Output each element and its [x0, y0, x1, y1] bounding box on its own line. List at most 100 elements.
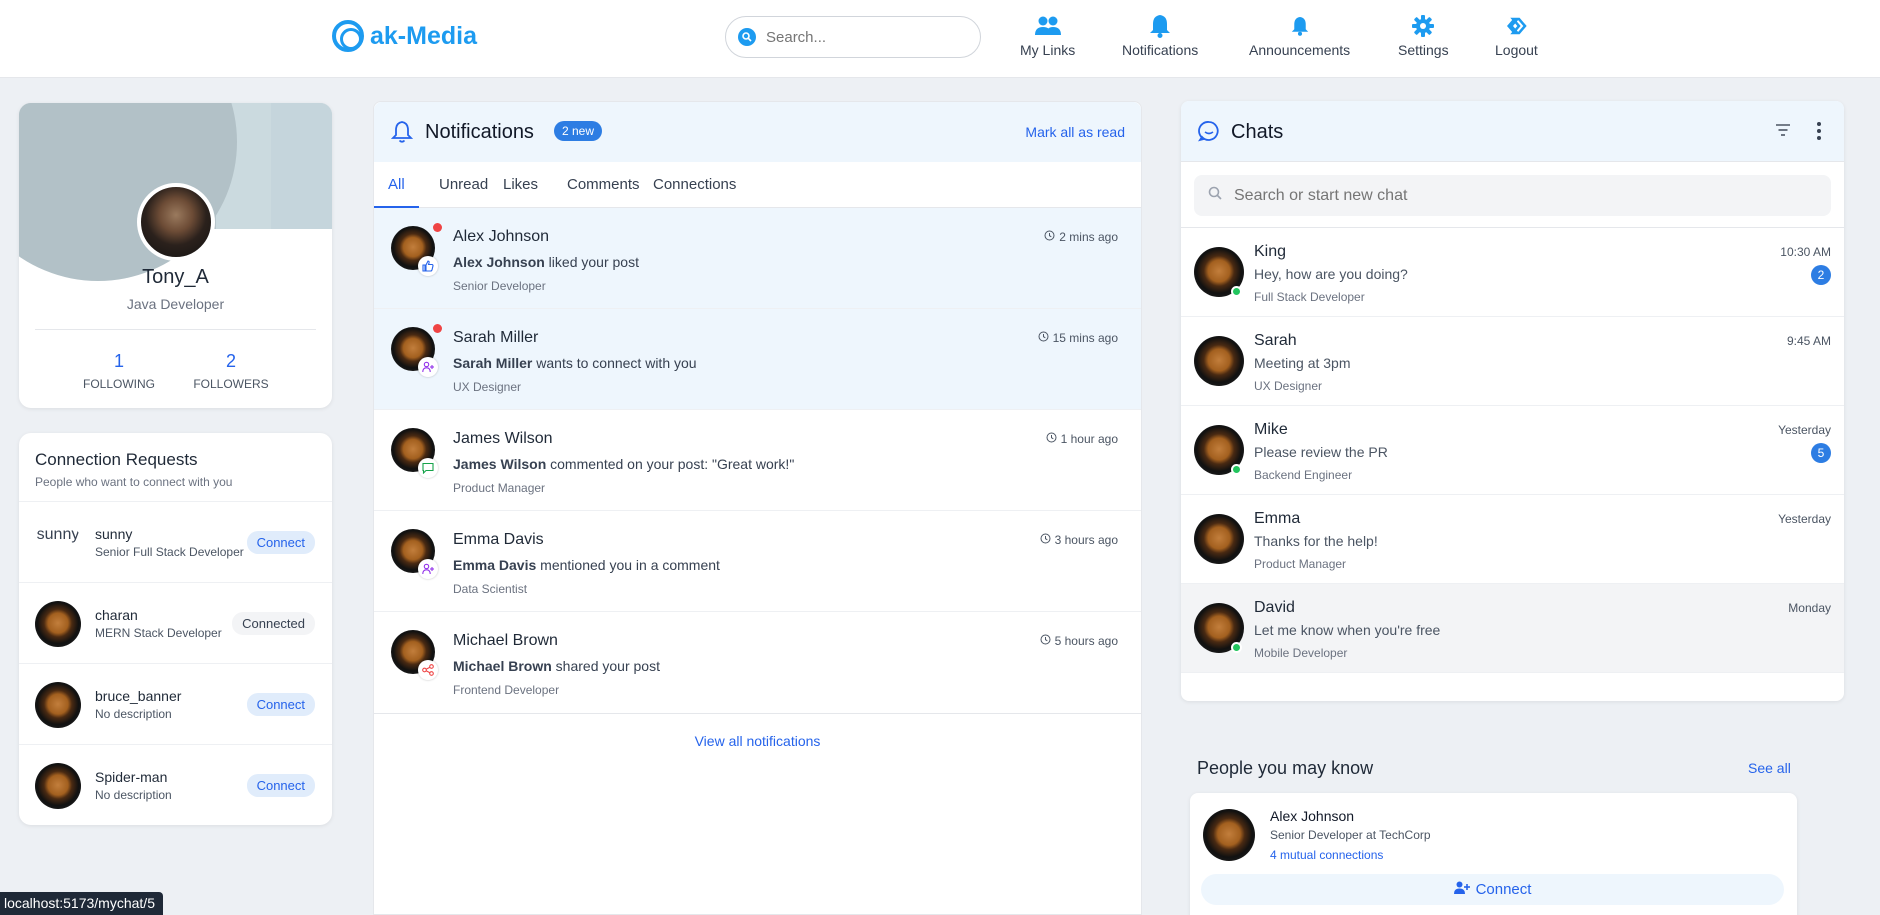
notification-message: Michael Brown shared your post: [453, 658, 660, 674]
chat-item[interactable]: David Let me know when you're free Mobile …: [1181, 584, 1844, 673]
connect-button[interactable]: Connect: [246, 531, 315, 554]
unread-dot: [433, 223, 442, 232]
notification-sender[interactable]: Emma Davis: [453, 531, 544, 549]
tab-unread[interactable]: Unread: [427, 162, 500, 208]
nav-notifications[interactable]: Notifications: [1122, 14, 1198, 58]
bell-icon: [1149, 14, 1171, 38]
view-all-notifications-link[interactable]: View all notifications: [374, 733, 1141, 749]
notification-text: shared your post: [551, 658, 660, 674]
bell-icon: [1291, 14, 1309, 38]
connection-avatar[interactable]: [35, 763, 81, 809]
avatar-placeholder[interactable]: sunny: [35, 520, 81, 566]
chat-item[interactable]: Sarah Meeting at 3pm UX Designer 9:45 AM: [1181, 317, 1844, 406]
notification-role: Senior Developer: [453, 279, 546, 293]
tab-comments[interactable]: Comments: [555, 162, 652, 208]
notification-item[interactable]: Sarah Miller Sarah Miller wants to connec…: [374, 309, 1141, 410]
notification-sender[interactable]: James Wilson: [453, 430, 553, 448]
connection-avatar[interactable]: [35, 682, 81, 728]
nav-settings[interactable]: Settings: [1398, 14, 1449, 58]
share-icon: [418, 660, 438, 680]
clock-icon: [1040, 634, 1051, 648]
online-indicator: [1231, 286, 1242, 297]
notification-item[interactable]: Alex Johnson Alex Johnson liked your post…: [374, 208, 1141, 309]
nav-logout[interactable]: Logout: [1495, 14, 1538, 58]
notification-item[interactable]: Emma Davis Emma Davis mentioned you in a …: [374, 511, 1141, 612]
chat-avatar[interactable]: [1194, 336, 1244, 386]
connection-name[interactable]: sunny: [95, 526, 132, 542]
notification-time: 1 hour ago: [1046, 432, 1118, 446]
more-options-icon[interactable]: [1816, 121, 1822, 146]
avatar-alt-text: sunny: [36, 526, 80, 543]
suggestion-avatar[interactable]: [1203, 809, 1255, 861]
unread-dot: [433, 324, 442, 333]
connection-request-item: Spider-man No description Connect: [19, 744, 332, 825]
online-indicator: [1231, 464, 1242, 475]
notification-sender[interactable]: Sarah Miller: [453, 329, 538, 347]
notification-actor: Alex Johnson: [453, 254, 545, 270]
chat-last-message: Hey, how are you doing?: [1254, 266, 1408, 282]
notification-role: Product Manager: [453, 481, 546, 495]
tab-likes[interactable]: Likes: [491, 162, 550, 208]
notifications-tabs: All Unread Likes Comments Connections: [374, 162, 1141, 208]
divider: [374, 713, 1141, 714]
connect-label: Connect: [1475, 881, 1532, 898]
connected-button[interactable]: Connected: [232, 612, 315, 635]
connection-name[interactable]: bruce_banner: [95, 688, 181, 704]
connection-avatar[interactable]: [35, 601, 81, 647]
divider: [35, 329, 316, 330]
filter-icon[interactable]: [1775, 123, 1791, 142]
chat-item[interactable]: Mike Please review the PR Backend Engineer…: [1181, 406, 1844, 495]
notification-sender[interactable]: Michael Brown: [453, 632, 558, 650]
chat-time: Yesterday: [1778, 512, 1831, 526]
connection-description: No description: [95, 707, 172, 721]
suggestion-connect-button[interactable]: Connect: [1201, 874, 1784, 905]
connect-button[interactable]: Connect: [246, 774, 315, 797]
time-text: 2 mins ago: [1059, 230, 1118, 244]
chat-contact-name: David: [1254, 599, 1295, 616]
chat-avatar[interactable]: [1194, 514, 1244, 564]
chat-bubble-icon: [1197, 120, 1220, 147]
notification-item[interactable]: James Wilson James Wilson commented on yo…: [374, 410, 1141, 511]
nav-label: Settings: [1398, 42, 1449, 58]
brand-logo[interactable]: ak-Media: [332, 20, 477, 52]
nav-announcements[interactable]: Announcements: [1249, 14, 1350, 58]
chat-contact-role: UX Designer: [1254, 379, 1323, 393]
notification-item[interactable]: Michael Brown Michael Brown shared your p…: [374, 612, 1141, 713]
notification-actor: Michael Brown: [453, 658, 552, 674]
connection-name[interactable]: charan: [95, 607, 138, 623]
followers-stat[interactable]: 2 FOLLOWERS: [186, 351, 276, 391]
nav-my-links[interactable]: My Links: [1020, 14, 1075, 58]
tab-label: Connections: [653, 175, 737, 193]
profile-avatar[interactable]: [137, 183, 215, 261]
chat-time: Yesterday: [1778, 423, 1831, 437]
tab-all[interactable]: All: [374, 162, 419, 208]
following-count: 1: [113, 351, 124, 371]
clock-icon: [1040, 533, 1051, 547]
chat-contact-name: King: [1254, 243, 1287, 260]
following-stat[interactable]: 1 FOLLOWING: [79, 351, 159, 391]
mark-all-read-link[interactable]: Mark all as read: [1025, 124, 1125, 140]
connection-name[interactable]: Spider-man: [95, 769, 167, 785]
unread-count-badge: 2: [1811, 265, 1831, 285]
top-navbar: ak-Media My Links Notifications Announce…: [0, 0, 1880, 78]
chat-item[interactable]: King Hey, how are you doing? Full Stack De…: [1181, 228, 1844, 317]
notification-actor: Sarah Miller: [453, 355, 533, 371]
following-label: FOLLOWING: [82, 377, 155, 391]
mutual-connections[interactable]: 4 mutual connections: [1270, 848, 1383, 862]
notification-actor: Emma Davis: [453, 557, 537, 573]
search-icon: [1208, 186, 1222, 205]
time-text: 15 mins ago: [1052, 331, 1118, 345]
search-input[interactable]: [766, 28, 956, 46]
chat-search-input[interactable]: [1234, 186, 1794, 205]
connect-button[interactable]: Connect: [246, 693, 315, 716]
logo-icon: [332, 20, 364, 52]
tab-connections[interactable]: Connections: [641, 162, 748, 208]
chat-contact-role: Full Stack Developer: [1254, 290, 1365, 304]
suggestion-name[interactable]: Alex Johnson: [1270, 808, 1354, 824]
profile-name[interactable]: Tony_A: [19, 266, 332, 289]
followers-count: 2: [225, 351, 236, 371]
notification-sender[interactable]: Alex Johnson: [453, 228, 549, 246]
see-all-link[interactable]: See all: [1748, 760, 1791, 776]
time-text: 5 hours ago: [1054, 634, 1118, 648]
chat-item[interactable]: Emma Thanks for the help! Product Manager Y…: [1181, 495, 1844, 584]
